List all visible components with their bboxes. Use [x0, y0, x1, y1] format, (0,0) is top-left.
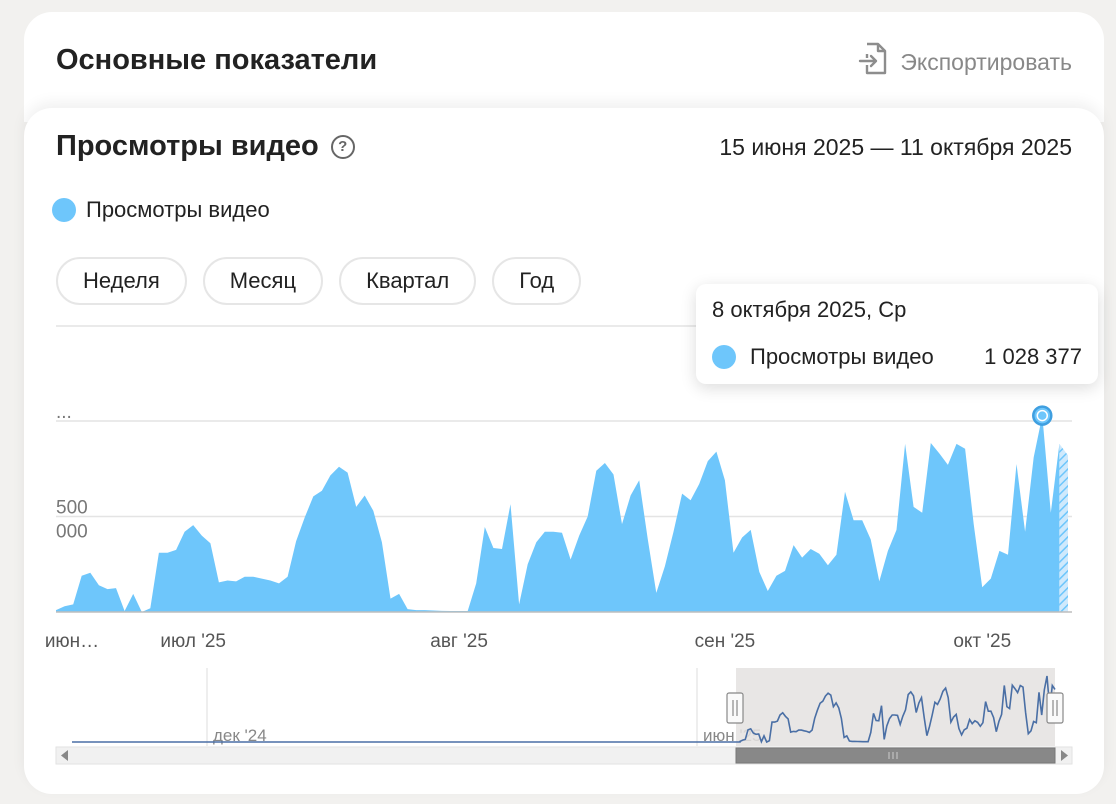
x-tick-label: июл '25 [160, 631, 226, 652]
tooltip-date: 8 октября 2025, Ср [712, 297, 907, 322]
views-chart[interactable]: ... 500 000 июн… июл '25 авг '25 сен '25 окт '… [0, 0, 1116, 804]
x-tick-label: сен '25 [695, 631, 756, 652]
tooltip-value: 1 028 377 [984, 344, 1082, 369]
x-tick-label: окт '25 [953, 631, 1011, 652]
highlighted-point-inner [1036, 409, 1049, 422]
views-area-partial [1059, 443, 1068, 612]
tooltip-series-name: Просмотры видео [750, 344, 934, 369]
chart-tooltip: 8 октября 2025, Ср Просмотры видео 1 028… [696, 284, 1098, 384]
y-tick-label: ... [56, 402, 72, 423]
tooltip-marker [712, 345, 736, 369]
navigator-scrollbar[interactable] [55, 746, 1073, 765]
x-tick-label: июн… [45, 631, 99, 652]
navigator[interactable]: дек '24 июн '25 [55, 668, 1073, 765]
navigator-left-handle[interactable] [726, 692, 744, 724]
views-area [56, 415, 1060, 612]
tooltip-row: Просмотры видео 1 028 377 [712, 344, 1082, 370]
navigator-right-handle[interactable] [1046, 692, 1064, 724]
scrollbar-thumb[interactable] [735, 747, 1056, 764]
x-tick-label: авг '25 [430, 631, 488, 652]
y-tick-label: 500 000 [56, 498, 88, 543]
